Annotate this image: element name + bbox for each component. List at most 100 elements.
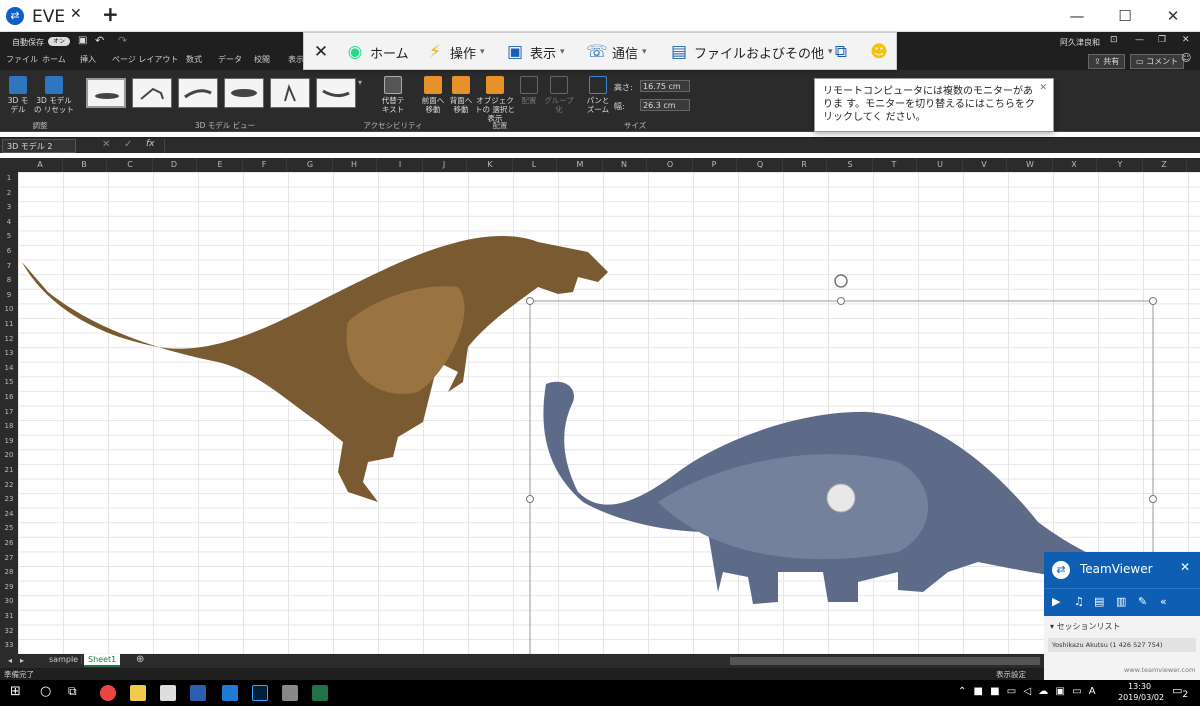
view-thumb-5[interactable] xyxy=(270,78,310,108)
task-view-icon[interactable]: ⧉ xyxy=(68,684,77,699)
column-header[interactable]: Q xyxy=(738,158,783,172)
tv-communicate-button[interactable]: ☏ 通信 ▾ xyxy=(586,41,646,63)
row-header[interactable]: 7 xyxy=(0,260,18,272)
column-header[interactable]: O xyxy=(648,158,693,172)
tv-actions-button[interactable]: ⚡ 操作 ▾ xyxy=(424,41,485,63)
minimize-icon[interactable]: — xyxy=(1054,4,1100,28)
selection-pane-button[interactable]: オブジェクトの 選択と表示 xyxy=(474,76,516,123)
row-header[interactable]: 23 xyxy=(0,493,18,505)
3d-rotate-handle-icon[interactable] xyxy=(826,483,856,513)
collapse-icon[interactable]: « xyxy=(1160,595,1167,608)
session-item[interactable]: Yoshikazu Akutsu (1 426 527 754) xyxy=(1048,638,1196,652)
comment-button[interactable]: ▭ コメント xyxy=(1130,54,1185,69)
row-header[interactable]: 11 xyxy=(0,318,18,330)
row-header[interactable]: 2 xyxy=(0,187,18,199)
column-header[interactable]: U xyxy=(918,158,963,172)
row-header[interactable]: 18 xyxy=(0,420,18,432)
headset-icon[interactable]: ♫ xyxy=(1074,595,1084,608)
mail-icon[interactable] xyxy=(160,685,176,701)
row-header[interactable]: 27 xyxy=(0,552,18,564)
view-thumb-2[interactable] xyxy=(132,78,172,108)
column-header[interactable]: S xyxy=(828,158,873,172)
row-header[interactable]: 10 xyxy=(0,303,18,315)
tv-close-button[interactable]: ✕ xyxy=(310,41,332,63)
video-icon[interactable]: ▶ xyxy=(1052,595,1060,608)
formula-input[interactable] xyxy=(164,139,1184,153)
explorer-icon[interactable] xyxy=(130,685,146,701)
photoshop-icon[interactable] xyxy=(252,685,268,701)
group-button[interactable]: グループ化 xyxy=(542,76,576,114)
3d-model-button[interactable]: 3D モデル xyxy=(6,76,30,114)
tab-formulas[interactable]: 数式 xyxy=(186,54,202,65)
sheet-tab-sheet1[interactable]: Sheet1 xyxy=(84,654,121,667)
row-header[interactable]: 17 xyxy=(0,406,18,418)
tab-eve[interactable]: EVE xyxy=(30,4,92,30)
row-header[interactable]: 33 xyxy=(0,639,18,651)
column-header[interactable]: D xyxy=(152,158,197,172)
pan-zoom-button[interactable]: パンと ズーム xyxy=(586,76,610,114)
column-header[interactable]: H xyxy=(332,158,377,172)
column-header[interactable]: Z xyxy=(1142,158,1187,172)
column-header[interactable]: X xyxy=(1052,158,1097,172)
whiteboard-icon[interactable]: ✎ xyxy=(1138,595,1147,608)
column-header[interactable]: F xyxy=(242,158,287,172)
row-header[interactable]: 21 xyxy=(0,464,18,476)
height-input[interactable]: 16.75 cm xyxy=(640,80,690,92)
tab-insert[interactable]: 挿入 xyxy=(80,54,96,65)
tv-switch-monitor-button[interactable]: ⧉ xyxy=(830,41,852,63)
enter-icon[interactable]: ✓ xyxy=(124,139,132,150)
column-header[interactable]: E xyxy=(198,158,243,172)
alt-text-button[interactable]: 代替テ キスト xyxy=(378,76,408,114)
tv-feedback-button[interactable]: ☻ xyxy=(868,41,890,63)
send-backward-button[interactable]: 背面へ 移動 xyxy=(448,76,474,114)
tab-view[interactable]: 表示 xyxy=(288,54,304,65)
smiley-feedback-icon[interactable]: ☺ xyxy=(1181,53,1191,64)
row-header[interactable]: 14 xyxy=(0,362,18,374)
row-header[interactable]: 26 xyxy=(0,537,18,549)
tv-site[interactable]: www.teamviewer.com xyxy=(1124,666,1195,674)
column-header[interactable]: B xyxy=(62,158,107,172)
view-thumb-3[interactable] xyxy=(178,78,218,108)
reset-3d-button[interactable]: 3D モデルの リセット xyxy=(34,76,74,114)
app2-icon[interactable] xyxy=(282,685,298,701)
rotate-handle-icon[interactable] xyxy=(834,274,848,288)
ribbon-display-icon[interactable]: ⊡ xyxy=(1110,35,1118,45)
tv-files-button[interactable]: ▤ ファイルおよびその他 ▾ xyxy=(668,41,833,63)
app-icon[interactable] xyxy=(190,685,206,701)
row-header[interactable]: 30 xyxy=(0,595,18,607)
notifications-icon[interactable]: ▭2 xyxy=(1172,684,1188,700)
column-header[interactable]: C xyxy=(108,158,153,172)
autosave-toggle[interactable]: オン xyxy=(48,37,70,46)
session-list-title[interactable]: ▾ セッションリスト xyxy=(1050,621,1121,632)
trex-3d-model[interactable] xyxy=(22,236,608,502)
row-header[interactable]: 20 xyxy=(0,449,18,461)
row-header[interactable]: 19 xyxy=(0,435,18,447)
column-header[interactable]: T xyxy=(872,158,917,172)
row-header[interactable]: 6 xyxy=(0,245,18,257)
clock-date[interactable]: 2019/03/02 xyxy=(1118,693,1164,702)
column-header[interactable]: R xyxy=(782,158,827,172)
share-button[interactable]: ⇪ 共有 xyxy=(1088,54,1126,69)
tv-panel-close-icon[interactable]: ✕ xyxy=(1180,560,1190,574)
column-header[interactable]: I xyxy=(378,158,423,172)
tab-data[interactable]: データ xyxy=(218,54,242,65)
xl-restore-icon[interactable]: ❐ xyxy=(1158,35,1166,45)
search-icon[interactable]: ○ xyxy=(40,684,51,699)
view-thumb-6[interactable] xyxy=(316,78,356,108)
add-sheet-icon[interactable]: ⊕ xyxy=(136,654,144,665)
tooltip-close-icon[interactable]: ✕ xyxy=(1039,82,1047,95)
row-header[interactable]: 25 xyxy=(0,522,18,534)
maximize-icon[interactable]: ☐ xyxy=(1102,4,1148,28)
column-header[interactable]: V xyxy=(962,158,1007,172)
chat-icon[interactable]: ▤ xyxy=(1094,595,1104,608)
view-thumb-4[interactable] xyxy=(224,78,264,108)
display-settings[interactable]: 表示設定 xyxy=(996,669,1026,680)
cancel-icon[interactable]: ✕ xyxy=(102,139,110,150)
chrome-icon[interactable] xyxy=(100,685,116,701)
row-header[interactable]: 3 xyxy=(0,201,18,213)
column-header[interactable]: J xyxy=(422,158,467,172)
files-icon[interactable]: ▥ xyxy=(1116,595,1126,608)
row-header[interactable]: 32 xyxy=(0,625,18,637)
xl-minimize-icon[interactable]: — xyxy=(1135,35,1144,45)
xl-close-icon[interactable]: ✕ xyxy=(1182,35,1190,45)
